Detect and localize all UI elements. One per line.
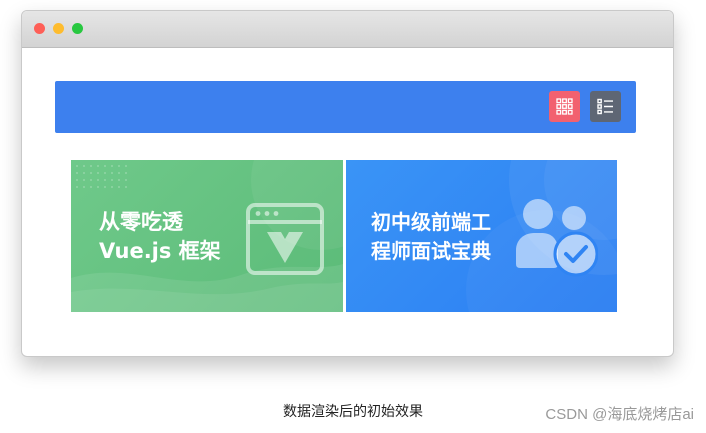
maximize-window-button[interactable] (72, 23, 83, 34)
view-toolbar (55, 81, 636, 133)
vue-window-icon (246, 203, 324, 275)
csdn-watermark: CSDN @海底烧烤店ai (545, 406, 694, 423)
course-card-title: 初中级前端工程师面试宝典 (371, 210, 491, 263)
course-card-title: 从零吃透 Vue.js 框架 (99, 210, 221, 263)
list-view-button[interactable] (590, 91, 621, 122)
course-card-vue[interactable]: 从零吃透 Vue.js 框架 (71, 160, 343, 312)
title-bar (22, 11, 673, 48)
app-window: 从零吃透 Vue.js 框架 初中级前端工程师面试宝典 (21, 10, 674, 357)
close-window-button[interactable] (34, 23, 45, 34)
list-view-icon (597, 98, 613, 115)
grid-view-icon (556, 98, 573, 115)
minimize-window-button[interactable] (53, 23, 64, 34)
course-card-interview[interactable]: 初中级前端工程师面试宝典 (346, 160, 617, 312)
users-check-icon (516, 199, 598, 277)
grid-view-button[interactable] (549, 91, 580, 122)
